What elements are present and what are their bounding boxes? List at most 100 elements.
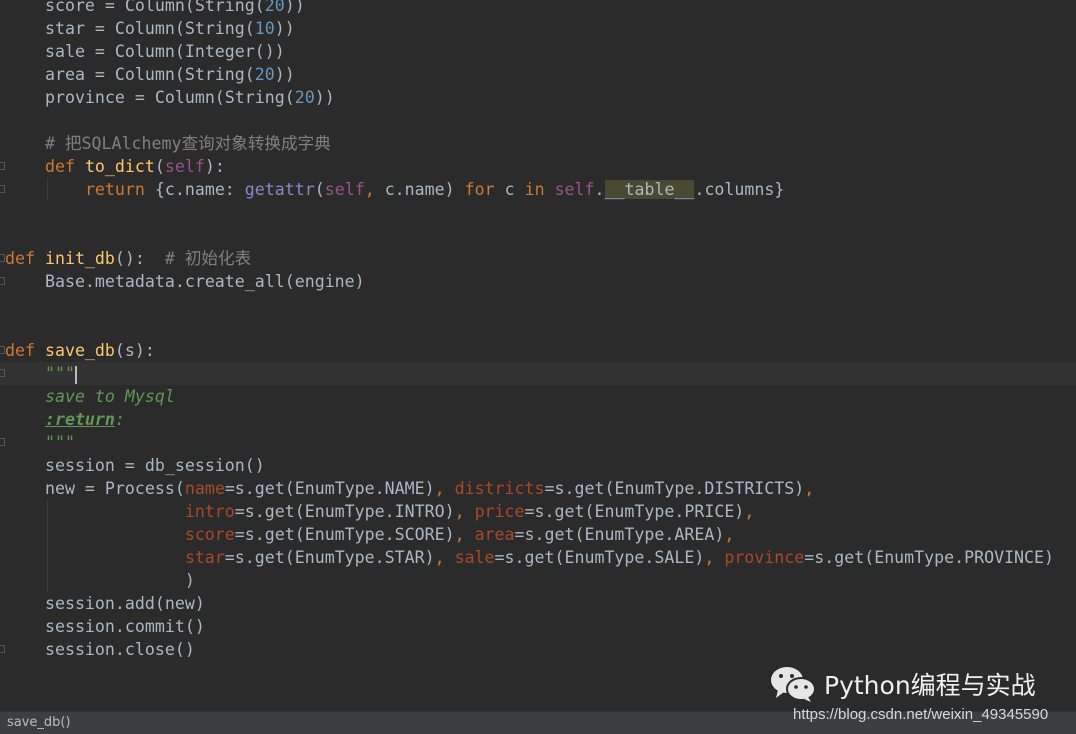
fold-marker-icon[interactable] [0, 438, 5, 446]
code-token: , [744, 502, 755, 521]
code-token: to_dict [84, 157, 155, 176]
code-token: score = Column(String( [44, 0, 265, 15]
fold-marker-icon[interactable] [0, 185, 5, 193]
fold-marker-icon[interactable] [0, 162, 5, 170]
code-line[interactable]: """ [0, 362, 1076, 385]
code-token: # 把SQLAlchemy查询对象转换成字典 [44, 134, 331, 153]
code-token: )) [274, 65, 295, 84]
code-token: init_db [44, 249, 115, 268]
breadcrumb[interactable]: save_db() [0, 715, 71, 730]
code-token: ( [314, 180, 325, 199]
code-token: for [464, 180, 505, 199]
indent-guide [47, 523, 48, 546]
code-token: ) [184, 571, 195, 590]
code-line[interactable]: # 把SQLAlchemy查询对象转换成字典 [0, 132, 1076, 155]
code-token: districts [454, 479, 545, 498]
code-token: save to Mysql [44, 387, 175, 406]
code-token: sale [454, 548, 495, 567]
fold-marker-icon[interactable] [0, 369, 5, 377]
code-line[interactable]: Base.metadata.create_all(engine) [0, 270, 1076, 293]
code-token: 20 [254, 65, 275, 84]
code-line[interactable]: ) [0, 569, 1076, 592]
code-token: new = Process( [44, 479, 185, 498]
code-token: sale = Column(Integer()) [44, 42, 285, 61]
code-line[interactable]: def save_db(s): [0, 339, 1076, 362]
code-token: area = Column(String( [44, 65, 255, 84]
code-token: c [504, 180, 525, 199]
code-token: # 初始化表 [164, 249, 252, 268]
code-line[interactable]: session.add(new) [0, 592, 1076, 615]
code-token: self [324, 180, 365, 199]
code-line[interactable]: session = db_session() [0, 454, 1076, 477]
code-token: =s.get(EnumType.NAME) [224, 479, 435, 498]
code-line[interactable] [0, 224, 1076, 247]
code-token: : [114, 410, 125, 429]
code-token: Base.metadata.create_all(engine) [44, 272, 365, 291]
code-line[interactable]: :return: [0, 408, 1076, 431]
code-token: ( [154, 157, 165, 176]
watermark-url: https://blog.csdn.net/weixin_49345590 [793, 706, 1049, 723]
code-line[interactable] [0, 201, 1076, 224]
code-token: , [434, 479, 455, 498]
code-token: session = db_session() [44, 456, 265, 475]
code-line[interactable]: sale = Column(Integer()) [0, 40, 1076, 63]
code-token: star = Column(String( [44, 19, 255, 38]
code-line[interactable]: score=s.get(EnumType.SCORE), area=s.get(… [0, 523, 1076, 546]
code-line[interactable]: score = Column(String(20)) [0, 0, 1076, 17]
code-token: self [164, 157, 205, 176]
fold-marker-icon[interactable] [0, 346, 5, 354]
code-line[interactable]: session.commit() [0, 615, 1076, 638]
code-token: """ [44, 433, 75, 452]
code-token: =s.get(EnumType.PRICE) [524, 502, 745, 521]
code-token: save_db [44, 341, 115, 360]
code-line[interactable] [0, 109, 1076, 132]
code-line[interactable]: save to Mysql [0, 385, 1076, 408]
code-token: def [5, 341, 45, 360]
code-token: , [804, 479, 815, 498]
code-line[interactable]: star = Column(String(10)) [0, 17, 1076, 40]
code-token: . [594, 180, 605, 199]
code-token: (): [114, 249, 165, 268]
indent-guide [47, 569, 48, 592]
code-line[interactable]: province = Column(String(20)) [0, 86, 1076, 109]
code-line[interactable]: star=s.get(EnumType.STAR), sale=s.get(En… [0, 546, 1076, 569]
fold-marker-icon[interactable] [0, 277, 5, 285]
fold-marker-icon[interactable] [0, 645, 5, 653]
code-line[interactable] [0, 316, 1076, 339]
code-line[interactable]: session.close() [0, 638, 1076, 661]
indent-guide [47, 500, 48, 523]
code-line[interactable]: def to_dict(self): [0, 155, 1076, 178]
code-token: .columns} [694, 180, 785, 199]
code-line[interactable]: def init_db(): # 初始化表 [0, 247, 1076, 270]
code-token: price [474, 502, 525, 521]
code-token: =s.get(EnumType.DISTRICTS) [544, 479, 805, 498]
code-token: ): [204, 157, 225, 176]
code-token: :return [44, 410, 115, 429]
code-line[interactable]: return {c.name: getattr(self, c.name) fo… [0, 178, 1076, 201]
code-line[interactable]: new = Process(name=s.get(EnumType.NAME),… [0, 477, 1076, 500]
code-line[interactable]: intro=s.get(EnumType.INTRO), price=s.get… [0, 500, 1076, 523]
code-token: =s.get(EnumType.PROVINCE) [804, 548, 1055, 567]
fold-marker-icon[interactable] [0, 254, 5, 262]
code-token: (s): [114, 341, 155, 360]
code-line[interactable] [0, 293, 1076, 316]
code-editor[interactable]: score = Column(String(20)) star = Column… [0, 0, 1076, 661]
code-line[interactable]: """ [0, 431, 1076, 454]
code-token: session.add(new) [44, 594, 205, 613]
code-line[interactable]: area = Column(String(20)) [0, 63, 1076, 86]
code-token: , [454, 525, 475, 544]
watermark: Python编程与实战 [770, 665, 1036, 703]
